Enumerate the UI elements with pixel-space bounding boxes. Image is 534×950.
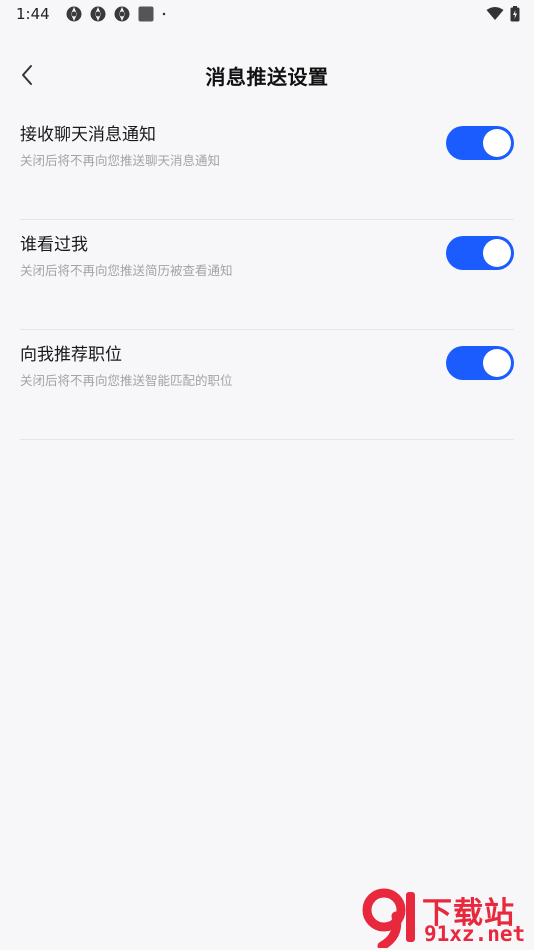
square-app-icon [138,6,154,22]
aperture-icon [114,6,130,22]
back-button[interactable] [10,58,44,92]
watermark-logo-icon [362,888,415,948]
who-viewed-me-toggle[interactable] [446,236,514,270]
watermark-line2: 91xz.net [424,922,526,946]
chat-notification-toggle[interactable] [446,126,514,160]
status-right [486,6,520,22]
setting-row-chat-notification: 接收聊天消息通知 关闭后将不再向您推送聊天消息通知 [20,110,514,220]
status-bar: 1:44 [0,0,534,28]
settings-list: 接收聊天消息通知 关闭后将不再向您推送聊天消息通知 谁看过我 关闭后将不再向您推… [20,110,514,440]
header: 消息推送设置 [0,52,534,98]
dot-icon [162,12,165,16]
toggle-knob [483,349,511,377]
aperture-icon [90,6,106,22]
chevron-left-icon [22,65,32,85]
aperture-icon [66,6,82,22]
notification-icons [66,6,170,22]
setting-title: 向我推荐职位 [20,345,122,365]
setting-row-who-viewed-me: 谁看过我 关闭后将不再向您推送简历被查看通知 [20,220,514,330]
setting-title: 谁看过我 [20,235,88,255]
setting-description: 关闭后将不再向您推送聊天消息通知 [20,153,221,168]
toggle-knob [483,129,511,157]
wifi-icon [486,7,504,20]
status-time: 1:44 [16,5,50,23]
setting-row-job-recommendation: 向我推荐职位 关闭后将不再向您推送智能匹配的职位 [20,330,514,440]
battery-charging-icon [510,6,520,22]
page-title: 消息推送设置 [205,64,329,89]
watermark: 下载站 91xz.net [360,886,530,948]
setting-title: 接收聊天消息通知 [20,125,156,145]
toggle-knob [483,239,511,267]
setting-description: 关闭后将不再向您推送简历被查看通知 [20,263,233,278]
job-recommendation-toggle[interactable] [446,346,514,380]
setting-description: 关闭后将不再向您推送智能匹配的职位 [20,373,233,388]
